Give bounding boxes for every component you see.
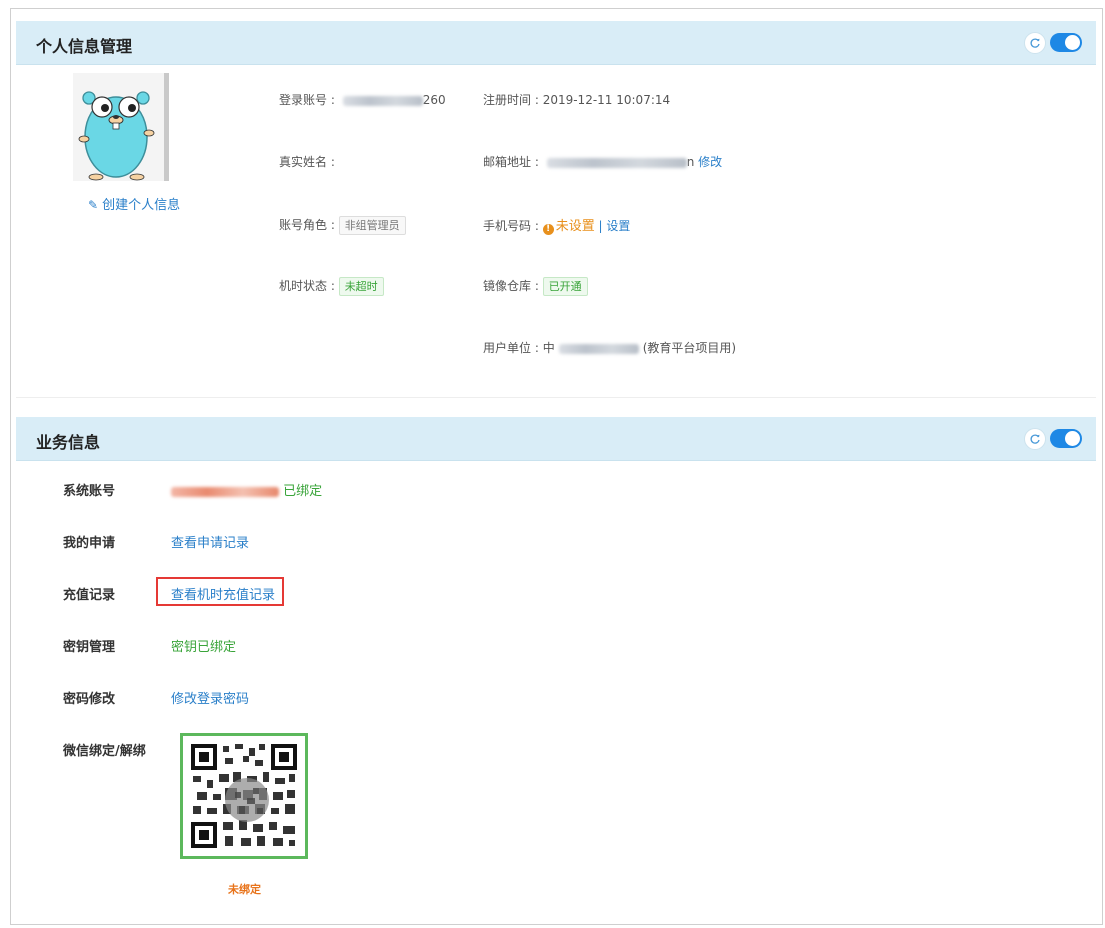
recharge-label: 充值记录 — [63, 588, 116, 603]
image-repo-badge: 已开通 — [542, 277, 588, 296]
my-apply-label: 我的申请 — [63, 536, 116, 551]
wechat-bind-status: 未绑定 — [228, 883, 261, 896]
gopher-avatar-icon — [73, 73, 169, 181]
user-unit-field: 用户单位 : 中 (教育平台项目用) — [483, 339, 736, 356]
email-value: n — [686, 155, 695, 169]
qr-code-icon — [189, 742, 299, 850]
login-account-value: 260 — [422, 93, 446, 107]
business-info-header: 业务信息 — [16, 417, 1096, 461]
key-status: 密钥已绑定 — [171, 640, 237, 655]
image-repo-field: 镜像仓库 : 已开通 — [483, 277, 588, 296]
refresh-icon[interactable] — [1024, 32, 1046, 54]
time-status-field: 机时状态 : 未超时 — [279, 277, 384, 296]
account-role-label: 账号角色 : — [279, 218, 335, 232]
pencil-icon: ✎ — [88, 198, 99, 212]
system-account-value: 已绑定 — [171, 480, 322, 499]
system-account-masked — [171, 486, 279, 497]
wechat-qr-code[interactable] — [180, 733, 308, 859]
email-edit-link[interactable]: 修改 — [698, 155, 722, 169]
user-unit-prefix: 中 — [542, 341, 555, 355]
phone-label: 手机号码 : — [483, 219, 539, 233]
time-status-badge: 未超时 — [338, 277, 384, 296]
personal-toggle-switch[interactable] — [1050, 33, 1082, 52]
business-info-title: 业务信息 — [36, 433, 101, 452]
email-label: 邮箱地址 : — [483, 155, 539, 169]
change-password-link[interactable]: 修改登录密码 — [171, 688, 249, 707]
create-personal-info-link[interactable]: ✎ 创建个人信息 — [88, 194, 180, 213]
key-management-label: 密钥管理 — [63, 640, 116, 655]
user-unit-label: 用户单位 : — [483, 341, 539, 355]
register-time-value: 2019-12-11 10:07:14 — [542, 93, 671, 107]
account-role-field: 账号角色 : 非组管理员 — [279, 216, 406, 235]
account-role-badge: 非组管理员 — [338, 216, 406, 235]
real-name-field: 真实姓名 : — [279, 153, 335, 170]
wechat-bind-label: 微信绑定/解绑 — [63, 744, 146, 759]
personal-info-title: 个人信息管理 — [36, 37, 133, 56]
view-apply-records-link[interactable]: 查看申请记录 — [171, 532, 249, 551]
login-account-masked — [342, 95, 423, 106]
system-account-status: 已绑定 — [283, 484, 323, 499]
personal-info-header: 个人信息管理 — [16, 21, 1096, 65]
time-status-label: 机时状态 : — [279, 279, 335, 293]
user-unit-suffix: (教育平台项目用) — [642, 341, 737, 355]
phone-field: 手机号码 : ! 未设置 | 设置 — [483, 215, 630, 235]
real-name-label: 真实姓名 : — [279, 155, 335, 169]
create-personal-info-label: 创建个人信息 — [102, 198, 181, 213]
email-masked — [546, 157, 687, 168]
warning-icon: ! — [542, 224, 554, 235]
login-account-label: 登录账号 : — [279, 93, 335, 107]
business-toggle-switch[interactable] — [1050, 429, 1082, 448]
phone-separator: | — [598, 219, 603, 233]
refresh-icon[interactable] — [1024, 428, 1046, 450]
view-recharge-records-link[interactable]: 查看机时充值记录 — [171, 584, 275, 603]
user-unit-masked — [558, 343, 639, 354]
system-account-label: 系统账号 — [63, 484, 116, 499]
section-divider — [16, 397, 1096, 398]
login-account-field: 登录账号 : 260 — [279, 91, 446, 108]
register-time-label: 注册时间 : — [483, 93, 539, 107]
avatar — [73, 73, 169, 181]
page-frame: 个人信息管理 ✎ 创建个人信息 登录账号: 260 真实姓名: 账号角色:… — [10, 8, 1103, 925]
email-field: 邮箱地址 : n 修改 — [483, 153, 722, 170]
phone-status: 未设置 — [555, 219, 595, 234]
phone-set-link[interactable]: 设置 — [606, 219, 630, 233]
image-repo-label: 镜像仓库 : — [483, 279, 539, 293]
register-time-field: 注册时间 : 2019-12-11 10:07:14 — [483, 91, 670, 108]
password-change-label: 密码修改 — [63, 692, 116, 707]
